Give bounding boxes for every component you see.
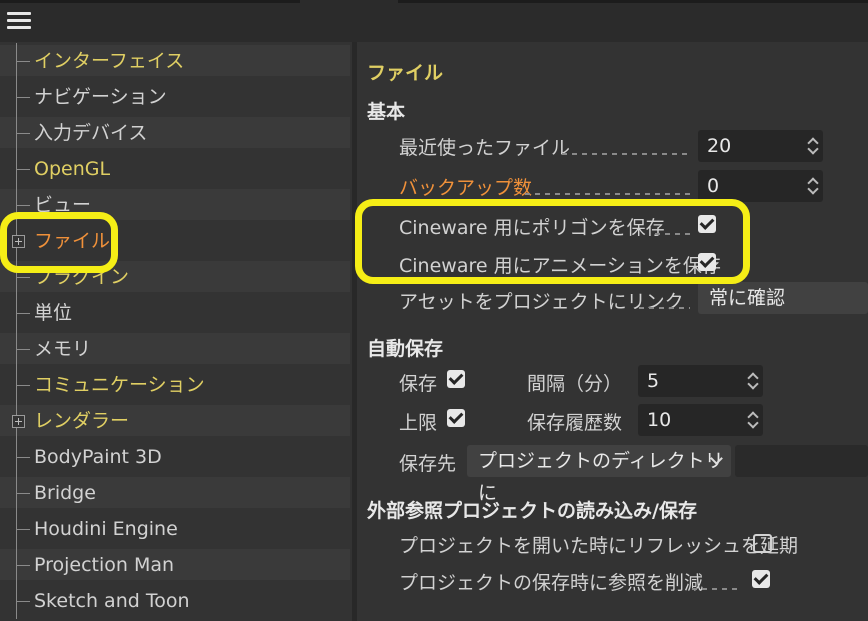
recent-files-field[interactable]: 20	[698, 130, 823, 162]
remove-refs-label: プロジェクトの保存時に参照を削減	[399, 572, 704, 594]
tree-item-renderer[interactable]: レンダラー	[0, 403, 352, 439]
tree-item-label: 入力デバイス	[34, 122, 148, 144]
history-count-value: 10	[647, 409, 672, 431]
spinner-icon[interactable]	[747, 410, 759, 430]
tree-item-label: インターフェイス	[34, 50, 185, 72]
backup-count-value: 0	[707, 175, 720, 197]
tree-item-bridge[interactable]: Bridge	[0, 475, 352, 511]
tree-item-label: OpenGL	[34, 158, 111, 180]
tree-item-label: BodyPaint 3D	[34, 446, 162, 468]
backup-count-label: バックアップ数	[399, 177, 533, 199]
destination-path-field[interactable]	[735, 445, 868, 477]
tab-strip-right	[398, 0, 868, 3]
interval-field[interactable]: 5	[638, 365, 763, 397]
destination-label: 保存先	[399, 453, 457, 475]
autosave-limit-label: 上限	[399, 412, 438, 434]
tree-item-units[interactable]: 単位	[0, 295, 352, 331]
tree-item-label: コミュニケーション	[34, 374, 205, 396]
expand-plus-icon[interactable]	[12, 415, 25, 428]
tree-item-label: Projection Man	[34, 554, 175, 576]
recent-files-value: 20	[707, 135, 732, 157]
tree-item-interface[interactable]: インターフェイス	[0, 43, 352, 79]
remove-refs-checkbox[interactable]	[752, 570, 770, 588]
tab-strip	[0, 0, 300, 3]
tree-item-label: Bridge	[34, 482, 96, 504]
asset-link-value: 常に確認	[709, 287, 786, 309]
section-title-autosave: 自動保存	[367, 338, 444, 360]
tree-item-label: ナビゲーション	[34, 86, 167, 108]
preferences-tree: インターフェイス ナビゲーション 入力デバイス OpenGL ビュー ファイル …	[0, 42, 352, 621]
leader-dots	[525, 193, 690, 195]
interval-label: 間隔（分）	[527, 373, 623, 395]
spinner-icon[interactable]	[807, 136, 819, 156]
tree-item-bodypaint[interactable]: BodyPaint 3D	[0, 439, 352, 475]
tree-item-memory[interactable]: メモリ	[0, 331, 352, 367]
tree-item-label: Sketch and Toon	[34, 590, 190, 612]
spinner-icon[interactable]	[807, 176, 819, 196]
tree-item-opengl[interactable]: OpenGL	[0, 151, 352, 187]
top-bar	[0, 0, 868, 42]
autosave-limit-checkbox[interactable]	[447, 409, 465, 427]
asset-link-dropdown[interactable]: 常に確認	[698, 282, 868, 314]
spinner-icon[interactable]	[747, 371, 759, 391]
tree-item-houdini-engine[interactable]: Houdini Engine	[0, 511, 352, 547]
tree-item-label: レンダラー	[34, 410, 130, 432]
highlight-outline-files	[0, 212, 118, 273]
recent-files-label: 最近使ったファイル	[399, 137, 571, 159]
autosave-save-label: 保存	[399, 373, 438, 395]
tree-item-input-devices[interactable]: 入力デバイス	[0, 115, 352, 151]
defer-refresh-checkbox[interactable]	[753, 534, 772, 553]
asset-link-label: アセットをプロジェクトにリンク	[399, 291, 684, 313]
section-title-xref: 外部参照プロジェクトの読み込み/保存	[367, 500, 697, 522]
settings-panel: ファイル 基本 最近使ったファイル 20 バックアップ数 0 Cineware …	[357, 42, 868, 621]
tree-item-label: 単位	[34, 302, 73, 324]
tree-item-communication[interactable]: コミュニケーション	[0, 367, 352, 403]
page-title: ファイル	[367, 62, 444, 84]
tree-item-label: Houdini Engine	[34, 518, 178, 540]
history-count-field[interactable]: 10	[638, 404, 763, 436]
hamburger-menu-icon[interactable]	[7, 12, 31, 30]
tree-item-projection-man[interactable]: Projection Man	[0, 547, 352, 583]
tree-item-label: メモリ	[34, 338, 92, 360]
history-count-label: 保存履歴数	[527, 412, 623, 434]
leader-dots	[639, 307, 690, 309]
tree-item-sketch-and-toon[interactable]: Sketch and Toon	[0, 583, 352, 619]
autosave-save-checkbox[interactable]	[447, 370, 465, 388]
backup-count-field[interactable]: 0	[698, 170, 823, 202]
highlight-outline-cineware	[355, 199, 750, 284]
leader-dots	[562, 153, 690, 155]
defer-refresh-label: プロジェクトを開いた時にリフレッシュを延期	[399, 535, 799, 557]
destination-dropdown[interactable]: プロジェクトのディレクトリに	[467, 445, 731, 504]
leader-dots	[692, 588, 737, 590]
tree-item-navigation[interactable]: ナビゲーション	[0, 79, 352, 115]
section-title-basic: 基本	[367, 101, 406, 123]
interval-value: 5	[647, 370, 660, 392]
